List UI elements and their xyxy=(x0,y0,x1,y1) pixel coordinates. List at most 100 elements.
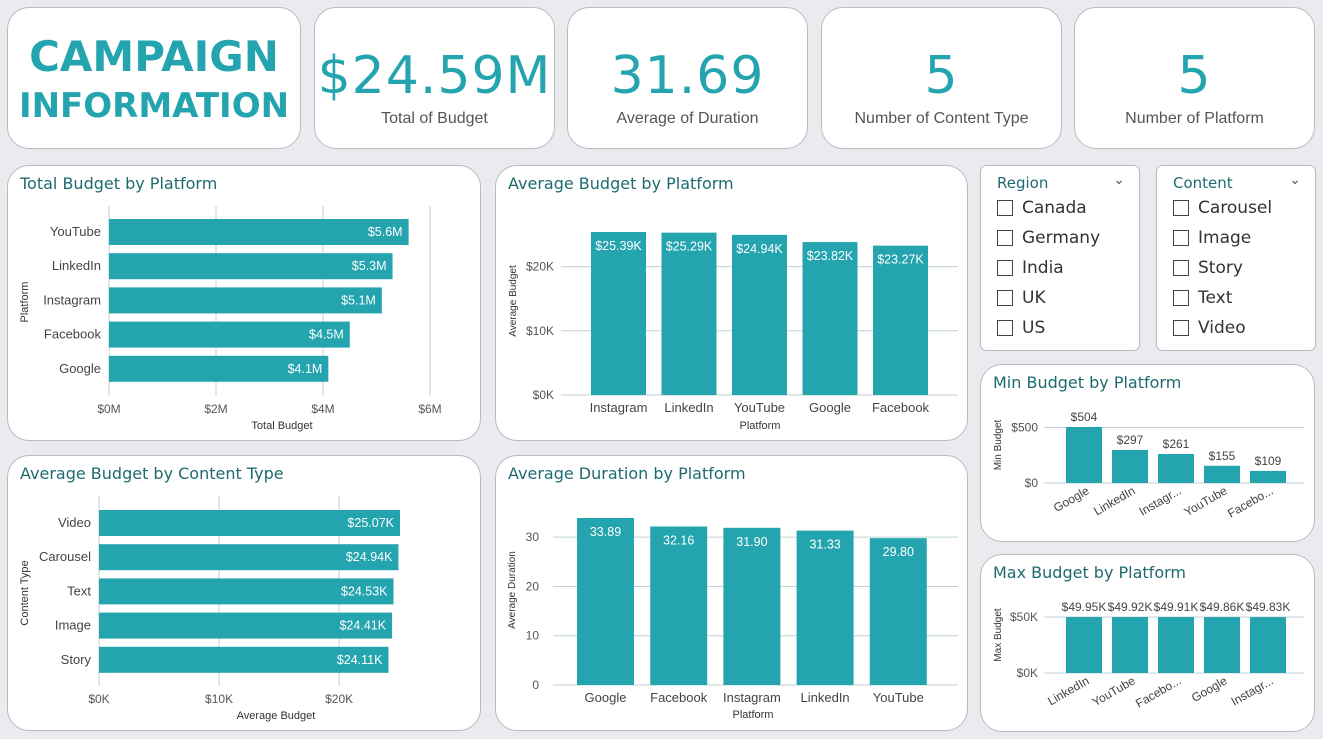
x-tick-label: Facebook xyxy=(650,690,708,705)
option-label: Germany xyxy=(1022,228,1101,248)
y-tick-label: 10 xyxy=(526,629,540,643)
y-axis-title: Average Budget xyxy=(508,265,519,337)
x-tick-label: YouTube xyxy=(1090,673,1138,709)
checkbox[interactable] xyxy=(997,230,1013,246)
kpi-total-budget: $24.59M Total of Budget xyxy=(314,7,555,149)
slicer-option[interactable]: UK xyxy=(997,287,1046,309)
checkbox[interactable] xyxy=(997,290,1013,306)
bar xyxy=(1158,454,1194,483)
slicer-option[interactable]: Text xyxy=(1173,287,1232,309)
region-slicer[interactable]: Region ⌄ Canada Germany India UK US xyxy=(980,165,1140,351)
checkbox[interactable] xyxy=(1173,290,1189,306)
data-label: $49.92K xyxy=(1108,600,1153,614)
checkbox[interactable] xyxy=(1173,230,1189,246)
page-title-line1: CAMPAIGN xyxy=(29,32,279,81)
chart-svg: $0K $10K $20K $25.39K Instagram $25.29K Linked… xyxy=(508,232,958,432)
y-axis-title: Content Type xyxy=(19,560,31,625)
y-axis-title: Min Budget xyxy=(993,419,1004,470)
y-axis-title: Platform xyxy=(19,282,31,323)
chart-average-budget-by-platform[interactable]: Average Budget by Platform $0K $10K $20K $2… xyxy=(495,165,968,441)
chevron-down-icon[interactable]: ⌄ xyxy=(1289,172,1301,188)
chart-svg: $0M $2M $4M $6M YouTube $5.6M LinkedIn $5.3M Ins… xyxy=(19,206,442,432)
x-axis-title: Total Budget xyxy=(251,420,312,432)
checkbox[interactable] xyxy=(997,200,1013,216)
option-label: Image xyxy=(1198,228,1252,248)
slicer-option[interactable]: US xyxy=(997,317,1045,339)
data-label: $109 xyxy=(1255,454,1282,468)
bar xyxy=(1250,617,1286,673)
chart-average-duration-by-platform[interactable]: Average Duration by Platform 0 10 20 30 33.8… xyxy=(495,455,968,731)
slicer-option[interactable]: Video xyxy=(1173,317,1246,339)
x-tick-label: Instagr... xyxy=(1137,483,1184,518)
data-label: 33.89 xyxy=(590,525,621,539)
y-tick-label: 30 xyxy=(526,530,540,544)
data-label: $5.6M xyxy=(368,225,403,239)
x-tick-label: $4M xyxy=(311,402,334,416)
checkbox[interactable] xyxy=(1173,260,1189,276)
chart-average-budget-by-content-type[interactable]: Average Budget by Content Type $0K $10K $2… xyxy=(7,455,481,731)
bar xyxy=(869,538,927,685)
kpi-value: 5 xyxy=(1177,46,1212,106)
x-tick-label: YouTube xyxy=(1182,483,1230,519)
checkbox[interactable] xyxy=(1173,320,1189,336)
option-label: Carousel xyxy=(1198,198,1273,218)
data-label: $25.39K xyxy=(595,239,642,253)
x-tick-label: Google xyxy=(1189,673,1230,705)
checkbox[interactable] xyxy=(997,260,1013,276)
chevron-down-icon[interactable]: ⌄ xyxy=(1113,172,1125,188)
data-label: 29.80 xyxy=(883,545,914,559)
x-tick-label: Facebo... xyxy=(1225,483,1275,520)
slicer-option[interactable]: Story xyxy=(1173,257,1243,279)
checkbox[interactable] xyxy=(997,320,1013,336)
content-slicer[interactable]: Content ⌄ Carousel Image Story Text Vide… xyxy=(1156,165,1316,351)
y-tick-label: $10K xyxy=(526,324,554,338)
chart-total-budget-by-platform[interactable]: Total Budget by Platform $0M $2M $4M $6M You… xyxy=(7,165,481,441)
option-label: India xyxy=(1022,258,1064,278)
slicer-title: Region xyxy=(997,174,1049,192)
chart-svg: $0K $10K $20K Video $25.07K Carousel $24.94K Te… xyxy=(19,496,400,722)
data-label: $4.5M xyxy=(309,328,344,342)
bar xyxy=(1112,450,1148,483)
y-tick-label: $0 xyxy=(1025,476,1039,490)
y-tick-label: Text xyxy=(67,583,91,598)
slicer-title: Content xyxy=(1173,174,1233,192)
y-tick-label: $0K xyxy=(533,388,554,402)
option-label: UK xyxy=(1022,288,1046,308)
chart-svg: $0 $500 $504 Google $297 LinkedIn $261 Instagr.… xyxy=(993,410,1304,521)
slicer-option[interactable]: Image xyxy=(1173,227,1251,249)
kpi-platform-count: 5 Number of Platform xyxy=(1074,7,1315,149)
x-tick-label: Instagr... xyxy=(1229,673,1276,708)
data-label: $23.82K xyxy=(807,249,854,263)
x-tick-label: $2M xyxy=(204,402,227,416)
chart-max-budget-by-platform[interactable]: Max Budget by Platform $0K $50K $49.95K Lin… xyxy=(980,554,1315,732)
data-label: $49.95K xyxy=(1062,600,1107,614)
bar xyxy=(1066,617,1102,673)
kpi-content-type-count: 5 Number of Content Type xyxy=(821,7,1062,149)
option-label: Story xyxy=(1198,258,1243,278)
x-tick-label: LinkedIn xyxy=(1091,483,1137,518)
data-label: $49.86K xyxy=(1200,600,1245,614)
slicer-option[interactable]: Germany xyxy=(997,227,1100,249)
x-tick-label: $6M xyxy=(418,402,441,416)
data-label: 32.16 xyxy=(663,534,694,548)
kpi-value: 31.69 xyxy=(610,46,765,106)
bar xyxy=(1066,427,1102,483)
data-label: $297 xyxy=(1117,433,1144,447)
checkbox[interactable] xyxy=(1173,200,1189,216)
data-label: $49.91K xyxy=(1154,600,1199,614)
x-tick-label: LinkedIn xyxy=(1045,673,1091,708)
slicer-option[interactable]: Carousel xyxy=(1173,197,1272,219)
y-tick-label: 20 xyxy=(526,579,540,593)
chart-min-budget-by-platform[interactable]: Min Budget by Platform $0 $500 $504 Google $… xyxy=(980,364,1315,542)
option-label: Canada xyxy=(1022,198,1087,218)
slicer-option[interactable]: India xyxy=(997,257,1064,279)
x-tick-label: Google xyxy=(1051,483,1092,515)
bar xyxy=(650,526,708,685)
slicer-option[interactable]: Canada xyxy=(997,197,1087,219)
y-tick-label: Carousel xyxy=(39,549,91,564)
kpi-label: Average of Duration xyxy=(616,110,759,127)
x-tick-label: LinkedIn xyxy=(664,400,713,415)
bar xyxy=(109,219,409,245)
kpi-value: $24.59M xyxy=(317,46,552,106)
x-tick-label: $0M xyxy=(97,402,120,416)
